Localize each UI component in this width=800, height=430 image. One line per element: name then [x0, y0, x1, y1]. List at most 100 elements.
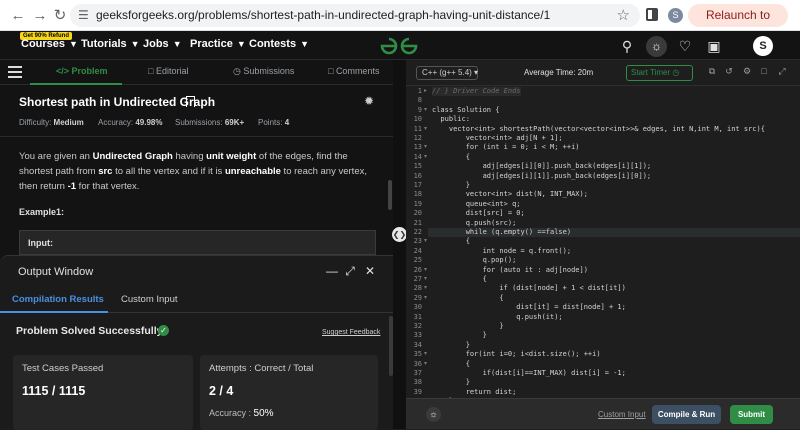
code-line: }: [432, 340, 470, 349]
meta-label: Difficulty:: [19, 118, 52, 127]
minimize-icon[interactable]: —: [325, 264, 339, 278]
gfg-logo-icon[interactable]: [379, 36, 419, 56]
code-line: {: [432, 359, 470, 368]
browser-profile-icon[interactable]: S: [668, 8, 683, 23]
compile-run-button[interactable]: Compile & Run: [652, 405, 721, 424]
side-panel-icon[interactable]: [646, 8, 658, 21]
bug-report-icon[interactable]: ✹: [364, 94, 374, 108]
fold-arrow-icon[interactable]: ▾: [424, 275, 427, 284]
meta-value: 4: [284, 118, 290, 127]
fold-arrow-icon[interactable]: ▾: [424, 360, 427, 369]
tab-problem[interactable]: </> Problem: [56, 66, 108, 76]
code-area[interactable]: 1 ▸// } Driver Code Ends 8 9 ▾ class Solution…: [406, 86, 800, 398]
output-window-title: Output Window: [18, 266, 94, 278]
editor-footer: ☼ Custom Input Compile & Run Submit: [406, 398, 800, 429]
tab-custom-input[interactable]: Custom Input: [121, 294, 178, 305]
suggest-feedback-link[interactable]: Suggest Feedback: [322, 329, 380, 336]
code-line: vector<int> dist(N, INT_MAX);: [432, 190, 588, 199]
menu-practice[interactable]: Practice ▼: [190, 38, 246, 50]
line-number: 14: [413, 152, 422, 161]
bell-icon[interactable]: ♡: [676, 38, 694, 55]
close-icon[interactable]: ✕: [363, 264, 377, 278]
expand-icon[interactable]: ⤢: [343, 264, 357, 279]
menu-tutorials[interactable]: Tutorials ▼: [81, 38, 140, 50]
chevron-down-icon: ▼: [300, 39, 309, 49]
menu-jobs[interactable]: Jobs ▼: [143, 38, 182, 50]
line-number: 39: [413, 387, 422, 396]
code-line: }: [432, 331, 487, 340]
back-icon[interactable]: ←: [8, 6, 28, 26]
fold-arrow-icon[interactable]: ▾: [424, 266, 427, 275]
avatar[interactable]: S: [753, 36, 773, 56]
code-line: {: [432, 152, 470, 161]
fold-arrow-icon[interactable]: ▾: [424, 237, 427, 246]
meta-value: 69K+: [224, 118, 245, 127]
fold-arrow-icon[interactable]: ▾: [424, 350, 427, 359]
search-icon[interactable]: ⚲: [618, 38, 636, 55]
test-cases-value: 1115 / 1115: [22, 384, 86, 398]
lock-icon[interactable]: □: [758, 66, 770, 76]
code-line: for (auto it : adj[node]): [432, 265, 588, 274]
submit-button[interactable]: Submit: [730, 405, 773, 424]
lightbulb-icon[interactable]: ☼: [426, 407, 441, 422]
line-number: 18: [413, 190, 422, 199]
code-line: {: [432, 275, 487, 283]
fold-arrow-icon[interactable]: ▾: [424, 143, 427, 152]
tab-compilation-results[interactable]: Compilation Results: [12, 294, 104, 305]
tab-comments[interactable]: □ Comments: [328, 66, 379, 76]
code-line: while (q.empty() ==false): [432, 228, 572, 236]
copy-icon[interactable]: ⧉: [706, 66, 718, 77]
settings-icon[interactable]: ⚙: [741, 66, 753, 77]
chevron-down-icon: ▼: [172, 39, 182, 49]
site-info-icon[interactable]: ☰: [78, 8, 89, 22]
code-line: dist[src] = 0;: [432, 209, 525, 218]
code-line: q.push(it);: [432, 312, 563, 321]
reload-icon[interactable]: ↻: [50, 6, 70, 26]
output-window: Output Window — ⤢ ✕ Compilation Results …: [0, 255, 393, 430]
panel-splitter[interactable]: [393, 60, 406, 429]
problem-scrollbar[interactable]: [388, 180, 392, 210]
line-number: 29: [413, 293, 422, 302]
translate-icon[interactable]: ▣: [705, 38, 723, 55]
fold-arrow-icon[interactable]: ▸: [424, 87, 427, 96]
line-number: 33: [413, 331, 422, 340]
line-number: 12: [413, 134, 422, 142]
menu-contests[interactable]: Contests ▼: [249, 38, 309, 50]
forward-icon[interactable]: →: [30, 6, 50, 26]
fold-arrow-icon[interactable]: ▾: [424, 284, 427, 293]
fullscreen-icon[interactable]: ⤢: [776, 66, 788, 77]
line-number: 16: [413, 171, 422, 180]
tab-label: Problem: [71, 66, 108, 76]
theme-toggle-icon[interactable]: ☼: [646, 36, 667, 57]
code-line: for (int i = 0; i < M; ++i): [432, 143, 580, 152]
code-line: {: [432, 237, 470, 246]
relaunch-button[interactable]: Relaunch to update: [688, 4, 788, 45]
code-line: return dist;: [432, 387, 517, 396]
fold-arrow-icon[interactable]: ▾: [424, 125, 427, 134]
address-bar[interactable]: ☰ geeksforgeeks.org/problems/shortest-pa…: [70, 4, 640, 27]
tab-submissions[interactable]: ◷ Submissions: [233, 66, 294, 77]
bookmark-icon[interactable]: [186, 96, 195, 107]
line-number: 9: [417, 105, 422, 114]
tab-editorial[interactable]: □ Editorial: [148, 66, 188, 76]
collapsed-code-region[interactable]: // } Driver Code Ends: [432, 87, 521, 97]
custom-input-link[interactable]: Custom Input: [598, 410, 646, 419]
active-tab-indicator: [0, 311, 108, 313]
bookmark-star-icon[interactable]: ☆: [617, 6, 630, 24]
resize-handle-icon[interactable]: ❮❯: [392, 227, 407, 242]
menu-courses[interactable]: Courses ▼: [21, 38, 78, 50]
code-line: for(int i=0; i<dist.size(); ++i): [432, 350, 601, 359]
code-line: adj[edges[i][0]].push_back(edges[i][1]);: [432, 162, 652, 171]
reset-icon[interactable]: ↺: [723, 66, 735, 77]
timer-label: Start Timer: [631, 68, 671, 77]
line-number: 8: [417, 96, 422, 105]
fold-arrow-icon[interactable]: ▾: [424, 294, 427, 303]
fold-arrow-icon[interactable]: ▾: [424, 153, 427, 162]
language-select[interactable]: C++ (g++ 5.4) ▾: [416, 66, 478, 80]
example-heading: Example1:: [19, 207, 65, 217]
line-number: 37: [413, 369, 422, 377]
code-line: queue<int> q;: [432, 199, 521, 208]
fold-arrow-icon[interactable]: ▾: [424, 106, 427, 115]
menu-icon[interactable]: [8, 66, 22, 78]
start-timer-button[interactable]: Start Timer ◷: [626, 65, 693, 81]
